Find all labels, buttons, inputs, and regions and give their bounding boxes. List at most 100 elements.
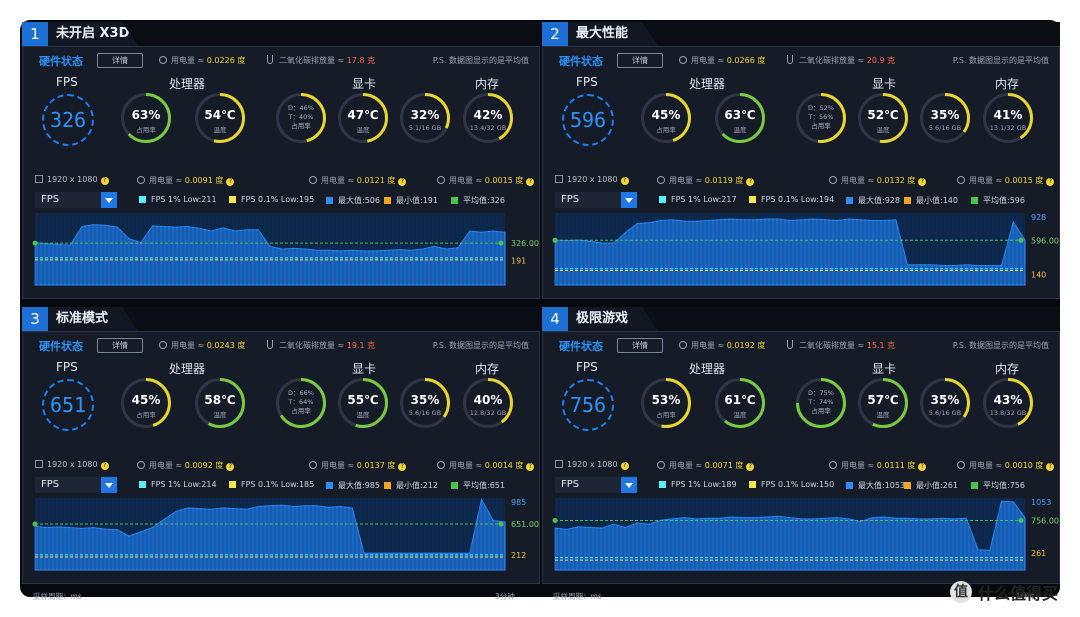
legend-swatch [971, 482, 978, 489]
legend-swatch [749, 196, 756, 203]
cpu-usage-gauge: 45% 占用率 [121, 378, 171, 428]
power-icon [309, 461, 317, 469]
power-icon [657, 461, 665, 469]
metric-select[interactable]: FPS [35, 192, 117, 208]
chart-svg: 928 596.00 140 [552, 213, 1059, 286]
hardware-status-title: 硬件状态 [559, 55, 603, 68]
total-power-value: 0.0192 度 [726, 341, 766, 350]
help-icon[interactable]: ? [620, 177, 629, 185]
gpu-label: 显卡 [872, 77, 897, 91]
duration: 3分钟 [495, 592, 515, 601]
co2-emission: 二氧化碳排放量 ≈ 19.1 克 [267, 340, 375, 351]
gauge-arc-fill [195, 93, 245, 143]
gauge-arc-fill [195, 378, 245, 428]
help-icon[interactable]: ? [526, 463, 535, 471]
gauge-arc [400, 378, 450, 428]
chevron-down-icon[interactable] [621, 192, 637, 208]
legend-avg: 平均值:326 [451, 195, 505, 206]
legend-min: 最小值:191 [384, 195, 438, 206]
gauge-arc-fill [715, 93, 765, 143]
max-tick-label: 1053 [1031, 498, 1051, 507]
panel-content: 硬件状态 详情 用电量 ≈ 0.0243 度 二氧化碳排放量 ≈ 19.1 克 … [22, 331, 540, 601]
fps-ring: 596 [562, 94, 614, 146]
help-icon[interactable]: ? [918, 178, 927, 186]
gpu-usage-gauge: D：75% T：74% 占用率 [796, 378, 846, 428]
help-icon[interactable]: ? [226, 463, 235, 471]
gauge-arc-fill [400, 378, 450, 428]
gpu-power: 用电量 ≈ 0.0121 度? [309, 175, 407, 186]
fps-chart: 1053 756.00 261 [552, 498, 1059, 571]
metric-select[interactable]: FPS [555, 192, 637, 208]
avg-tick-label: 326.00 [511, 239, 539, 248]
memory-gauge: 41% 13.1/32 GB [983, 93, 1033, 143]
legend-swatch [904, 482, 911, 489]
power-icon [437, 176, 445, 184]
gpu-temp-gauge: 47℃ 温度 [338, 93, 388, 143]
cpu-power: 用电量 ≈ 0.0071 度? [657, 460, 755, 471]
hardware-status-title: 硬件状态 [39, 55, 83, 68]
detail-button[interactable]: 详情 [97, 53, 143, 68]
fps-value: 596 [569, 108, 607, 132]
help-icon[interactable]: ? [746, 463, 755, 471]
flask-icon [267, 340, 273, 349]
power-icon [137, 461, 145, 469]
metric-select[interactable]: FPS [555, 477, 637, 493]
chevron-down-icon[interactable] [101, 477, 117, 493]
gauge-arc-fill [858, 93, 908, 143]
co2-emission: 二氧化碳排放量 ≈ 20.9 克 [787, 55, 895, 66]
chevron-down-icon[interactable] [621, 477, 637, 493]
detail-button[interactable]: 详情 [97, 338, 143, 353]
help-icon[interactable]: ? [620, 462, 629, 470]
avg-marker-end [1018, 518, 1024, 524]
panel-number: 1 [22, 22, 48, 46]
gauge-arc [715, 93, 765, 143]
help-icon[interactable]: ? [746, 178, 755, 186]
legend-01pct-low: FPS 0.1% Low:185 [229, 480, 314, 489]
help-icon[interactable]: ? [100, 462, 109, 470]
legend-min: 最小值:140 [904, 195, 958, 206]
flask-icon [787, 55, 793, 64]
power-icon [657, 176, 665, 184]
chevron-down-icon[interactable] [101, 192, 117, 208]
fps-label: FPS [56, 360, 78, 374]
fps-ring: 326 [42, 94, 94, 146]
hardware-status-title: 硬件状态 [39, 340, 83, 353]
gauge-arc [796, 93, 846, 143]
help-icon[interactable]: ? [526, 178, 535, 186]
legend-1pct-low: FPS 1% Low:189 [659, 480, 737, 489]
gauge-arc [858, 93, 908, 143]
help-icon[interactable]: ? [1046, 463, 1055, 471]
gauge-arc-fill [121, 93, 171, 143]
power-icon [159, 56, 167, 64]
gauge-arc [338, 378, 388, 428]
legend-max: 最大值:506 [326, 195, 380, 206]
co2-value: 15.1 克 [866, 341, 896, 350]
gauge-arc-fill [276, 378, 326, 428]
gauge-arc [641, 93, 691, 143]
gauge-arc [463, 378, 513, 428]
help-icon[interactable]: ? [1046, 178, 1055, 186]
ps-note: P.S. 数据图显示的是平均值 [952, 56, 1049, 65]
memory-label: 内存 [475, 362, 500, 376]
help-icon[interactable]: ? [398, 463, 407, 471]
power-icon [679, 56, 687, 64]
help-icon[interactable]: ? [100, 177, 109, 185]
panel-number: 2 [542, 22, 568, 46]
detail-button[interactable]: 详情 [617, 53, 663, 68]
panel-tab: 2 最大性能 [542, 22, 658, 46]
help-icon[interactable]: ? [398, 178, 407, 186]
gauge-arc-fill [641, 378, 691, 428]
help-icon[interactable]: ? [918, 463, 927, 471]
help-icon[interactable]: ? [226, 178, 235, 186]
chart-svg: 985 651.00 212 [32, 498, 539, 571]
metric-select[interactable]: FPS [35, 477, 117, 493]
panel-title: 未开启 X3D [56, 26, 130, 41]
gauge-arc [715, 378, 765, 428]
power-icon [957, 461, 965, 469]
legend-swatch [659, 481, 666, 488]
power-icon [137, 176, 145, 184]
chart-svg: 326.00 191 [32, 213, 539, 286]
gpu-temp-gauge: 55℃ 温度 [338, 378, 388, 428]
memory-label: 内存 [995, 77, 1020, 91]
detail-button[interactable]: 详情 [617, 338, 663, 353]
